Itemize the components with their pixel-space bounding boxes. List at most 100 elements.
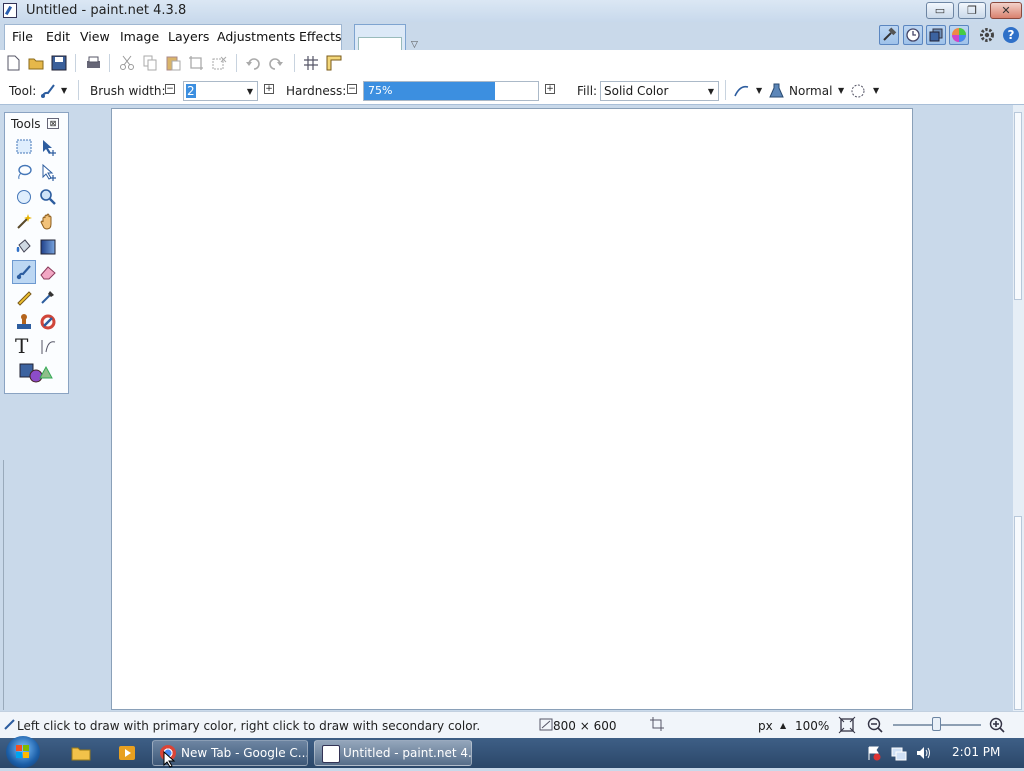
current-tool-paintbrush-icon[interactable] [38, 81, 58, 101]
antialiasing-dropdown-icon[interactable]: ▼ [756, 86, 762, 95]
close-button[interactable]: ✕ [990, 2, 1022, 19]
fill-value: Solid Color [604, 84, 669, 98]
save-icon[interactable] [50, 54, 68, 72]
image-canvas[interactable] [111, 108, 913, 710]
taskbar-paintnet-button[interactable]: Untitled - paint.net 4... [314, 740, 472, 766]
zoom-in-icon[interactable] [988, 716, 1006, 734]
taskbar-media-player-button[interactable] [115, 742, 139, 764]
brush-width-dropdown-icon[interactable]: ▼ [247, 87, 253, 96]
fill-combobox[interactable]: Solid Color ▼ [600, 81, 719, 101]
deselect-icon[interactable] [210, 54, 228, 72]
tool-rectangle-select[interactable] [14, 137, 34, 157]
new-image-icon[interactable] [4, 54, 22, 72]
menu-edit[interactable]: Edit [46, 29, 70, 44]
open-folder-icon[interactable] [27, 54, 45, 72]
minimize-button[interactable]: ▭ [926, 2, 954, 19]
settings-gear-icon[interactable] [978, 26, 996, 47]
pixel-grid-icon[interactable] [302, 54, 320, 72]
menu-file[interactable]: File [12, 29, 33, 44]
hardness-value: 75% [368, 84, 393, 97]
hardness-label: Hardness: [286, 84, 347, 98]
antialiasing-icon[interactable] [732, 81, 752, 101]
cut-icon[interactable] [118, 54, 136, 72]
vertical-scrollbar-lower[interactable] [1014, 516, 1022, 710]
ellipse-select-icon [17, 190, 31, 204]
paintnet-app-icon[interactable] [3, 3, 17, 18]
units-selector[interactable]: px [758, 719, 773, 733]
tool-shapes[interactable] [18, 361, 56, 385]
vertical-scrollbar-thumb[interactable] [1014, 112, 1022, 300]
zoom-out-icon[interactable] [866, 716, 884, 734]
taskbar-clock[interactable]: 2:01 PM [952, 745, 1000, 759]
tool-zoom[interactable] [38, 187, 58, 207]
help-icon[interactable]: ? [1002, 26, 1020, 47]
move-selected-icon [43, 140, 56, 156]
network-icon[interactable] [891, 745, 907, 761]
menu-view[interactable]: View [80, 29, 110, 44]
tool-eraser[interactable] [38, 262, 58, 282]
rulers-icon[interactable] [325, 54, 343, 72]
action-center-flag-icon[interactable] [866, 745, 882, 761]
lasso-icon [18, 164, 32, 180]
colors-window-toggle[interactable] [949, 25, 969, 45]
image-list-dropdown-icon[interactable]: ▽ [411, 40, 418, 50]
hardness-slider[interactable]: 75% [363, 81, 539, 101]
brush-width-combobox[interactable]: 2 ▼ [183, 81, 258, 101]
zoom-slider-thumb[interactable] [932, 717, 941, 731]
tool-paintbrush[interactable] [12, 260, 36, 284]
tool-pencil[interactable] [14, 287, 34, 307]
menu-layers[interactable]: Layers [168, 29, 209, 44]
tool-pan[interactable] [38, 212, 58, 232]
taskbar-explorer-button[interactable] [69, 742, 93, 764]
tools-window-close-button[interactable]: ⊠ [47, 118, 59, 129]
redo-icon[interactable] [267, 54, 285, 72]
tool-lasso-select[interactable] [14, 162, 34, 182]
toolbar-separator [294, 54, 295, 72]
undo-icon[interactable] [244, 54, 262, 72]
selection-mode-icon[interactable] [848, 81, 868, 101]
start-button[interactable] [6, 736, 40, 768]
copy-icon[interactable] [141, 54, 159, 72]
blend-mode-dropdown-icon[interactable]: ▼ [838, 86, 844, 95]
toolbar-separator [75, 54, 76, 72]
tool-line-curve[interactable] [38, 337, 58, 357]
tool-move-selected[interactable] [38, 137, 58, 157]
tools-window-toggle[interactable] [879, 25, 899, 45]
tool-recolor[interactable] [38, 312, 58, 332]
restore-button[interactable]: ❐ [958, 2, 986, 19]
tool-ellipse-select[interactable] [14, 187, 34, 207]
blend-mode-flask-icon[interactable] [767, 81, 787, 101]
blend-mode-value[interactable]: Normal [789, 84, 832, 98]
hardness-increase-button[interactable]: + [545, 84, 555, 94]
zoom-to-window-icon[interactable] [838, 716, 856, 734]
tool-clone-stamp[interactable] [14, 312, 34, 332]
tool-dropdown-icon[interactable]: ▼ [61, 86, 67, 95]
crop-to-selection-icon[interactable] [187, 54, 205, 72]
tool-gradient[interactable] [38, 237, 58, 257]
menu-image[interactable]: Image [120, 29, 159, 44]
units-dropdown-icon[interactable]: ▲ [780, 721, 786, 730]
print-icon[interactable] [84, 54, 102, 72]
menu-effects[interactable]: Effects [299, 29, 342, 44]
layers-window-toggle[interactable] [926, 25, 946, 45]
tool-move-selection[interactable] [38, 162, 58, 182]
svg-text:?: ? [1008, 28, 1015, 42]
hardness-decrease-button[interactable]: − [347, 84, 357, 94]
zoom-level[interactable]: 100% [795, 719, 829, 733]
volume-icon[interactable] [915, 745, 931, 761]
brush-width-increase-button[interactable]: + [264, 84, 274, 94]
fill-dropdown-icon[interactable]: ▼ [708, 87, 714, 96]
fill-label: Fill: [577, 84, 598, 98]
toolbar-separator [236, 54, 237, 72]
tool-color-picker[interactable] [38, 287, 58, 307]
history-window-toggle[interactable] [903, 25, 923, 45]
tool-magic-wand[interactable] [14, 212, 34, 232]
brush-width-decrease-button[interactable]: − [165, 84, 175, 94]
tool-text[interactable]: T [14, 334, 34, 358]
selection-mode-dropdown-icon[interactable]: ▼ [873, 86, 879, 95]
menu-adjustments[interactable]: Adjustments [217, 29, 295, 44]
hammer-icon [883, 27, 897, 41]
tool-paint-bucket[interactable] [14, 237, 34, 257]
paste-icon[interactable] [164, 54, 182, 72]
windows-logo-icon [16, 745, 29, 758]
